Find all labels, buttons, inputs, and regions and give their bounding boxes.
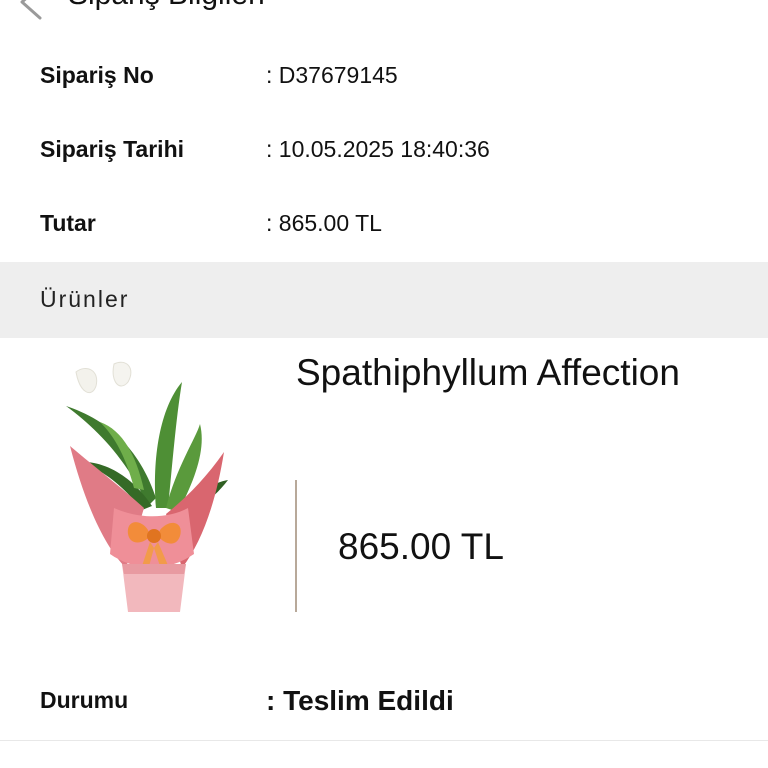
product-name: Spathiphyllum Affection <box>296 352 680 393</box>
order-total-label: Tutar <box>40 210 96 236</box>
order-total-value: : 865.00 TL <box>266 210 382 236</box>
order-status-row: Durumu : Teslim Edildi <box>0 642 768 741</box>
product-image <box>56 358 246 618</box>
vertical-divider <box>295 480 297 612</box>
page-title: Sipariş Bilgileri <box>68 0 265 12</box>
order-status-value: : Teslim Edildi <box>266 685 454 716</box>
order-number-row: Sipariş No : D37679145 <box>0 38 768 111</box>
order-number-value: : D37679145 <box>266 62 398 88</box>
order-date-label: Sipariş Tarihi <box>40 136 185 162</box>
product-price: 865.00 TL <box>338 526 504 567</box>
order-date-value: : 10.05.2025 18:40:36 <box>266 136 490 162</box>
order-total-row: Tutar : 865.00 TL <box>0 186 768 263</box>
products-section-title: Ürünler <box>40 286 130 312</box>
order-details-screen: Sipariş Bilgileri Sipariş No : D37679145… <box>0 0 768 768</box>
product-item[interactable]: Spathiphyllum Affection 865.00 TL <box>0 338 768 643</box>
order-number-label: Sipariş No <box>40 62 154 88</box>
order-status-label: Durumu <box>40 687 129 713</box>
plant-bouquet-image <box>66 361 228 612</box>
back-button[interactable] <box>14 0 54 30</box>
order-date-row: Sipariş Tarihi : 10.05.2025 18:40:36 <box>0 110 768 187</box>
nav-header: Sipariş Bilgileri <box>0 0 768 39</box>
products-section-header: Ürünler <box>0 262 768 338</box>
chevron-left-icon <box>20 0 42 20</box>
